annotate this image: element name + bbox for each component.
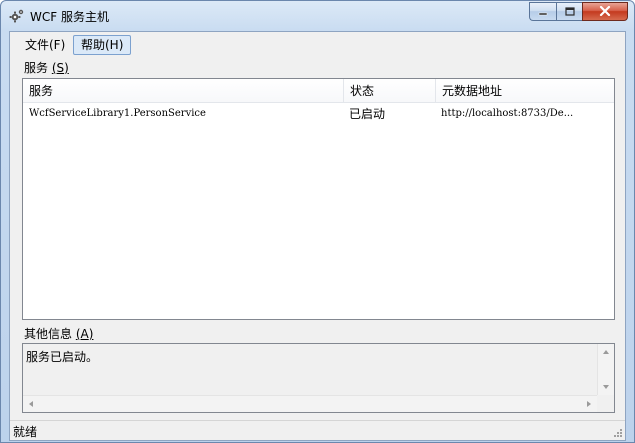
info-label-key: (A) (75, 327, 94, 341)
menu-help[interactable]: 帮助(H) (73, 35, 132, 55)
cell-service-status: 已启动 (349, 107, 386, 121)
client-area: 文件(F) 帮助(H) 服务 (S) 服务 状态 元数据地址 WcfServic… (9, 31, 626, 441)
close-icon (599, 5, 611, 19)
status-bar: 就绪 (10, 420, 625, 440)
scroll-up-icon[interactable] (603, 350, 609, 354)
cell-metadata-address: http://localhost:8733/De... (441, 108, 574, 119)
column-header-status[interactable]: 状态 (343, 79, 435, 103)
scroll-down-icon[interactable] (603, 385, 609, 389)
column-header-service[interactable]: 服务 (23, 79, 343, 103)
info-vertical-scrollbar[interactable] (597, 344, 614, 395)
status-text: 就绪 (13, 425, 38, 439)
caption-buttons (529, 2, 628, 21)
maximize-icon (564, 5, 575, 19)
info-textbox[interactable]: 服务已启动。 (22, 343, 615, 413)
window-title: WCF 服务主机 (30, 10, 109, 24)
info-label-text: 其他信息 (24, 327, 76, 341)
maximize-button[interactable] (556, 2, 582, 21)
table-row[interactable]: WcfServiceLibrary1.PersonService 已启动 htt… (23, 105, 614, 123)
cell-service-name: WcfServiceLibrary1.PersonService (29, 108, 206, 119)
menu-bar: 文件(F) 帮助(H) (10, 33, 625, 55)
main-window: WCF 服务主机 文件(F) 帮助(H) 服务 (S) 服务 状态 元数据地址 … (0, 0, 635, 443)
info-text: 服务已启动。 (26, 350, 99, 364)
info-horizontal-scrollbar[interactable] (23, 395, 597, 412)
scroll-right-icon[interactable] (587, 401, 591, 407)
services-label-text: 服务 (24, 61, 52, 75)
info-label: 其他信息 (A) (24, 325, 93, 342)
close-button[interactable] (582, 2, 628, 21)
scrollbar-corner (597, 395, 614, 412)
minimize-button[interactable] (529, 2, 556, 21)
menu-file[interactable]: 文件(F) (17, 35, 73, 55)
resize-grip-icon[interactable] (611, 426, 623, 438)
services-label: 服务 (S) (24, 59, 69, 76)
services-list-header: 服务 状态 元数据地址 (23, 79, 614, 103)
minimize-icon (538, 5, 548, 19)
title-bar[interactable]: WCF 服务主机 (1, 1, 634, 31)
column-header-metadata[interactable]: 元数据地址 (435, 79, 614, 103)
gear-icon (9, 8, 25, 24)
services-label-key: (S) (51, 61, 69, 75)
services-list[interactable]: 服务 状态 元数据地址 WcfServiceLibrary1.PersonSer… (22, 78, 615, 320)
scroll-left-icon[interactable] (29, 401, 33, 407)
